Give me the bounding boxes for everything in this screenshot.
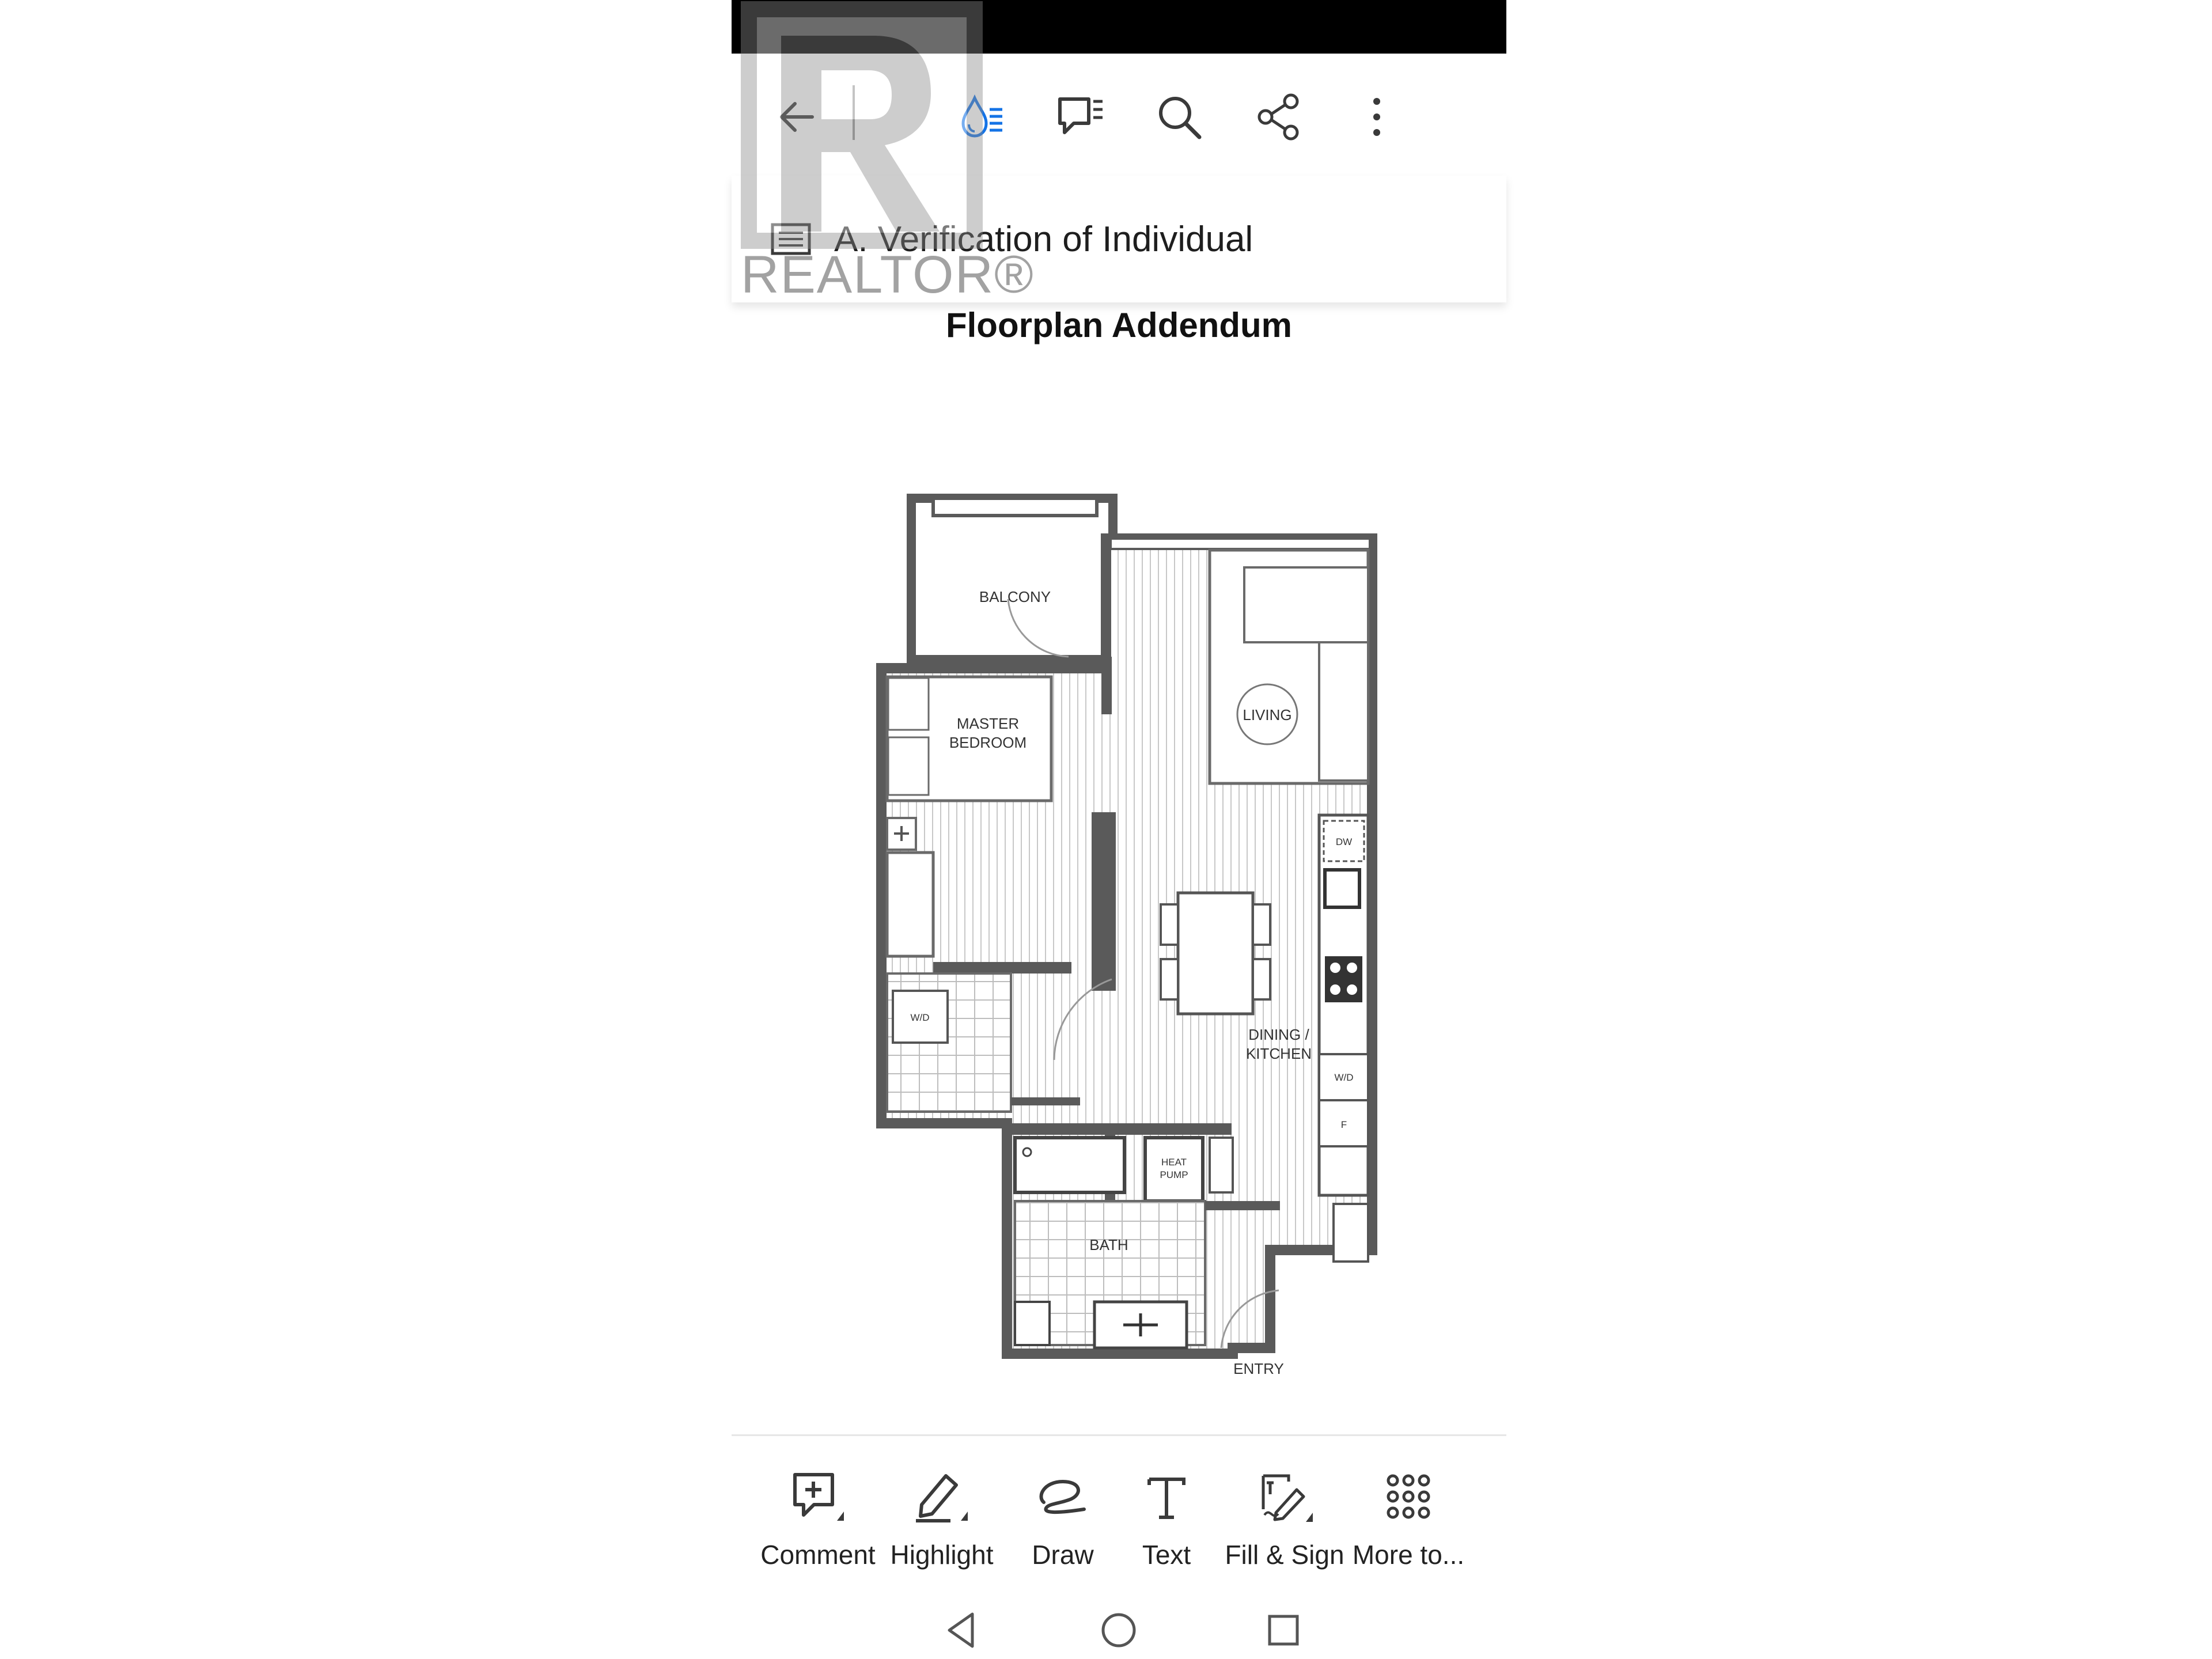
back-button[interactable] — [766, 85, 830, 149]
more-options-button[interactable] — [1345, 85, 1408, 149]
bottom-divider — [732, 1434, 1506, 1436]
nav-home-circle-icon — [1101, 1613, 1136, 1647]
fill-sign-icon — [1262, 1474, 1313, 1522]
grid-apps-icon — [1387, 1474, 1430, 1519]
room-label-kitchen: KITCHEN — [1246, 1045, 1312, 1062]
comments-button[interactable] — [1048, 85, 1112, 149]
highlighter-icon — [916, 1474, 968, 1522]
comments-list-icon — [1058, 97, 1103, 134]
bottom-tools-bar: Comment Highlight Draw Text Fill & Sign … — [732, 1463, 1506, 1584]
room-label-living: LIVING — [1243, 706, 1291, 724]
page-title: Floorplan Addendum — [945, 306, 1293, 344]
text-tool[interactable]: Text — [1103, 1463, 1230, 1584]
label-wd-kitchen: W/D — [1334, 1072, 1353, 1083]
highlight-tool[interactable]: Highlight — [878, 1463, 1005, 1584]
add-comment-icon — [793, 1473, 844, 1521]
highlight-tool-label: Highlight — [890, 1540, 994, 1570]
label-wd-bedroom: W/D — [910, 1012, 929, 1023]
label-heat-pump-1: HEAT — [1161, 1157, 1187, 1168]
search-button[interactable] — [1147, 85, 1211, 149]
label-heat-pump-2: PUMP — [1160, 1169, 1188, 1180]
nav-home-button[interactable] — [1096, 1607, 1142, 1653]
room-label-balcony: BALCONY — [979, 588, 1051, 605]
label-fridge: F — [1341, 1119, 1347, 1130]
fill-sign-tool[interactable]: Fill & Sign — [1221, 1463, 1348, 1584]
more-vertical-icon — [1373, 98, 1380, 136]
liquid-mode-button[interactable] — [950, 85, 1014, 149]
share-button[interactable] — [1247, 85, 1310, 149]
toolbar-separator — [853, 85, 855, 140]
fill-sign-tool-label: Fill & Sign — [1225, 1540, 1344, 1570]
share-icon — [1257, 93, 1299, 141]
room-label-dining: DINING / — [1248, 1026, 1309, 1043]
more-tools-label: More to... — [1352, 1540, 1465, 1570]
arrow-left-icon — [780, 102, 814, 132]
more-tools-button[interactable]: More to... — [1345, 1463, 1472, 1584]
nav-back-button[interactable] — [939, 1607, 985, 1653]
room-label-master-bedroom-1: MASTER — [957, 715, 1019, 732]
text-tool-label: Text — [1142, 1540, 1191, 1570]
room-label-entry: ENTRY — [1233, 1360, 1284, 1377]
phone-screen: A. Verification of Individual REALTOR® F… — [732, 0, 1506, 1659]
liquid-mode-icon — [961, 94, 1002, 138]
room-label-master-bedroom-2: BEDROOM — [949, 734, 1027, 751]
top-toolbar — [732, 54, 1506, 177]
nav-back-triangle-icon — [948, 1612, 974, 1648]
draw-freehand-icon — [1039, 1479, 1086, 1514]
comment-tool-label: Comment — [760, 1540, 876, 1570]
status-bar — [732, 0, 1506, 54]
room-label-bath: BATH — [1089, 1236, 1128, 1253]
android-navigation-bar — [732, 1601, 1506, 1659]
nav-recents-button[interactable] — [1260, 1607, 1306, 1653]
nav-recents-square-icon — [1268, 1615, 1299, 1646]
realtor-watermark-text: REALTOR® — [741, 245, 1035, 304]
text-t-icon — [1147, 1478, 1185, 1519]
label-dishwasher: DW — [1336, 836, 1352, 847]
comment-tool[interactable]: Comment — [755, 1463, 881, 1584]
floorplan-drawing: LIVING BALCONY MASTER BEDROOM W/D DINING… — [876, 494, 1377, 1377]
search-icon — [1159, 97, 1202, 139]
